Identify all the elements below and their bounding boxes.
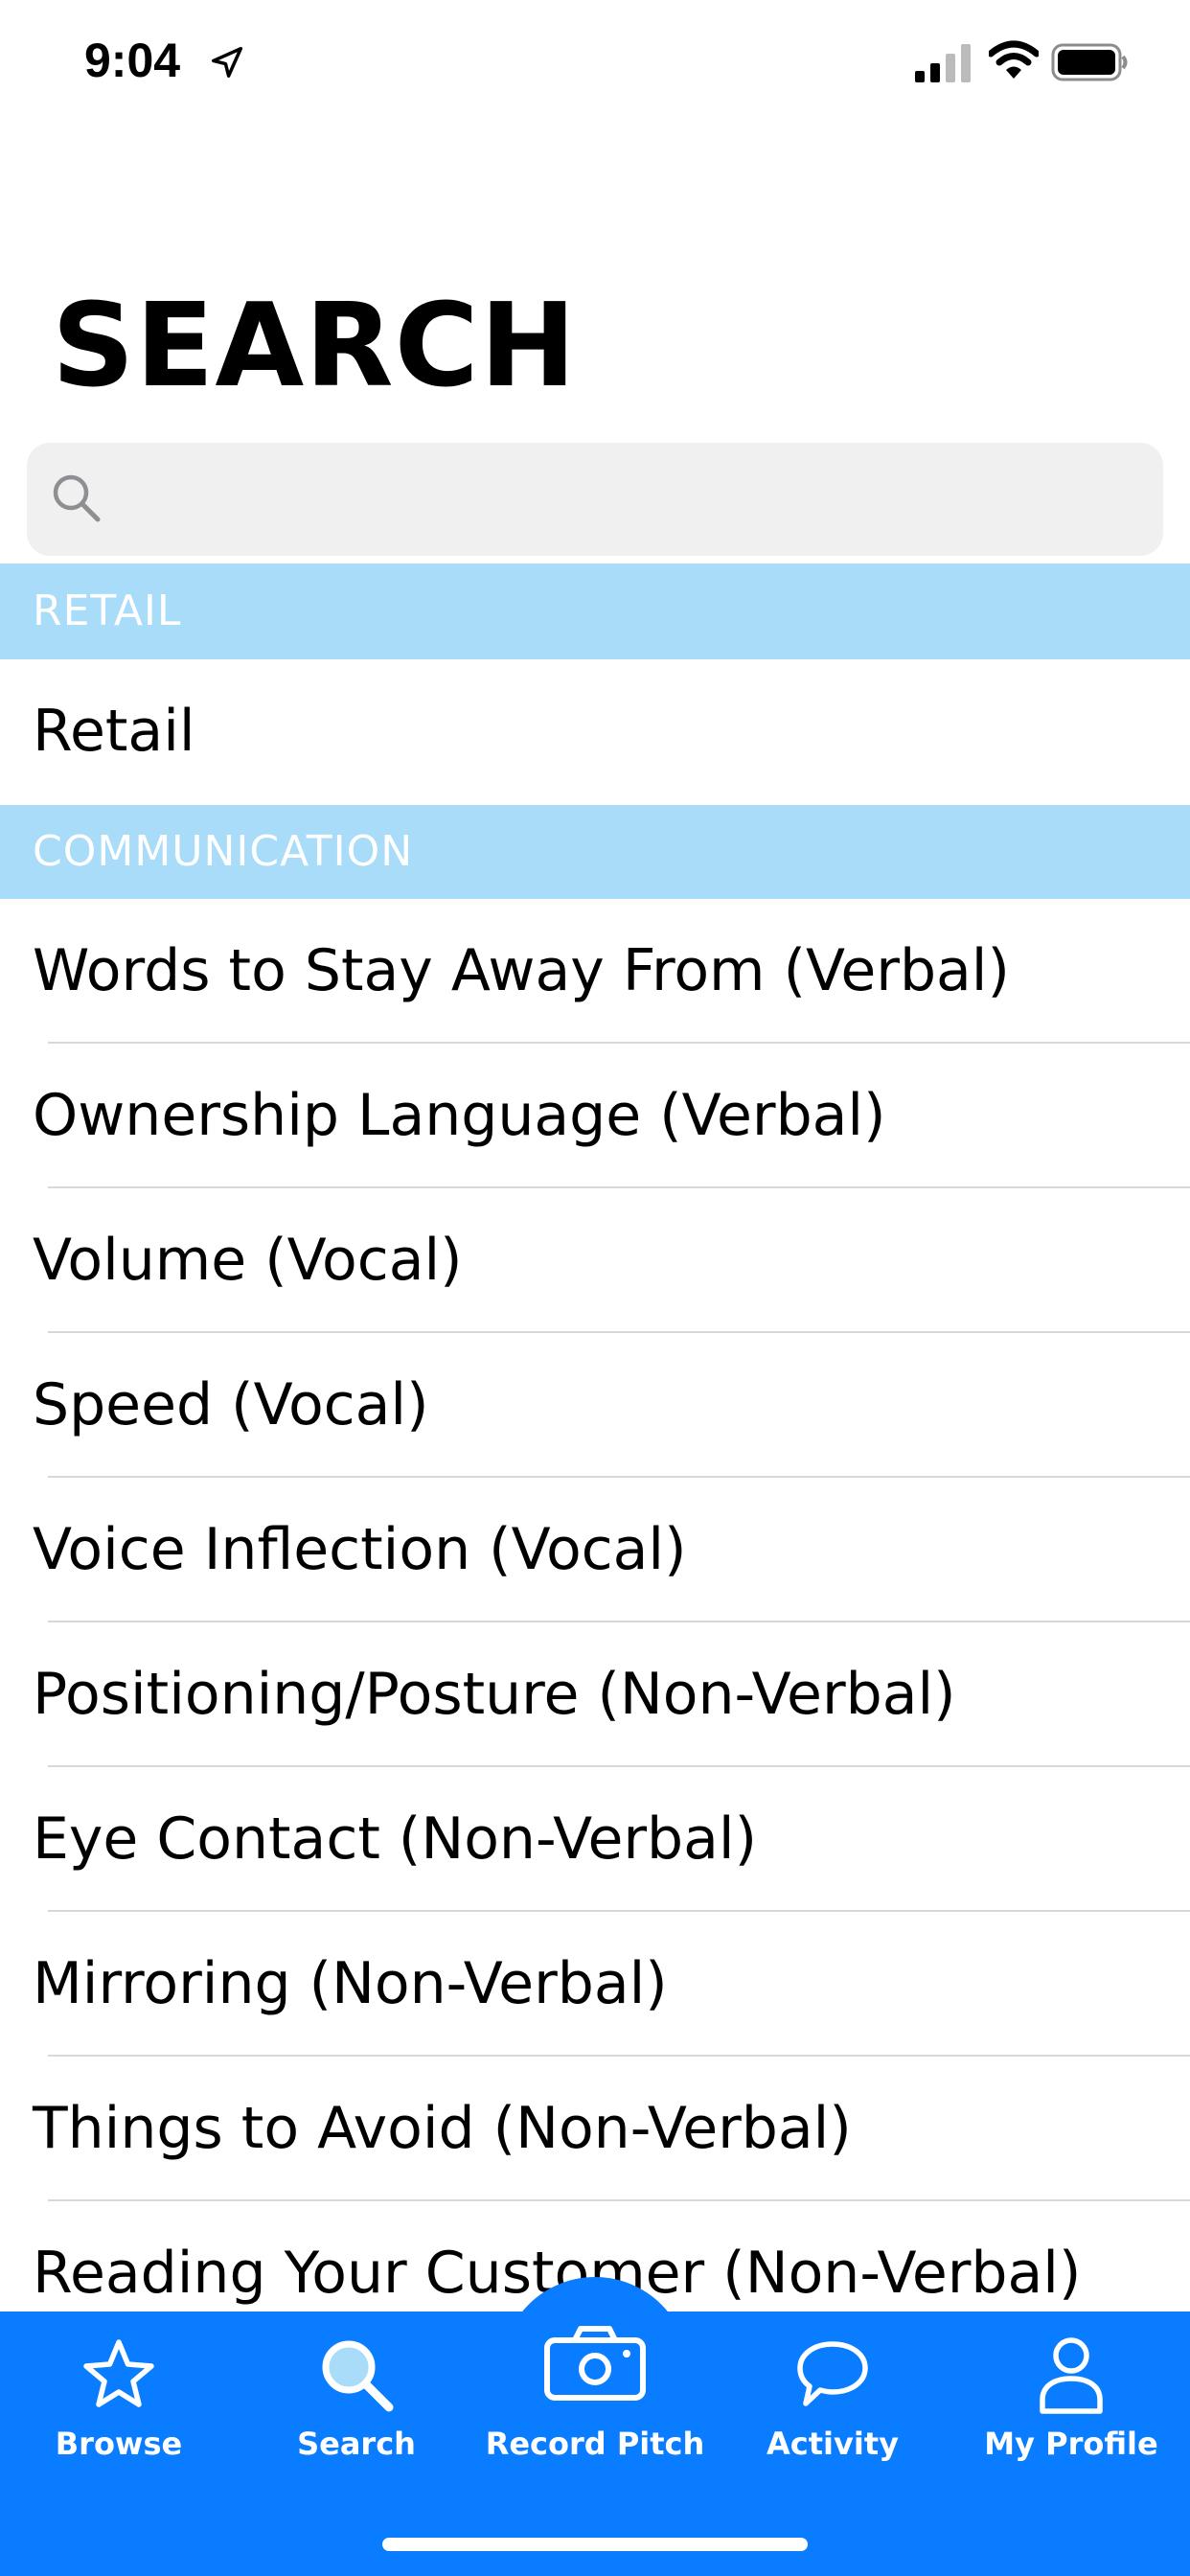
tab-bar: Browse Search Record Pitch Activity My P… bbox=[0, 2312, 1190, 2576]
tab-my-profile[interactable]: My Profile bbox=[952, 2312, 1190, 2474]
tab-label: Record Pitch bbox=[485, 2426, 705, 2462]
camera-icon bbox=[544, 2326, 646, 2401]
list-item-label: Eye Contact (Non-Verbal) bbox=[33, 1806, 757, 1873]
magnifier-icon bbox=[322, 2340, 394, 2412]
search-input[interactable] bbox=[119, 462, 1138, 539]
list-item-label: Retail bbox=[33, 698, 195, 765]
list-item[interactable]: Eye Contact (Non-Verbal) bbox=[0, 1767, 1190, 1912]
list-item[interactable]: Mirroring (Non-Verbal) bbox=[0, 1912, 1190, 2057]
list-item[interactable]: Speed (Vocal) bbox=[0, 1333, 1190, 1478]
status-time: 9:04 bbox=[84, 34, 181, 87]
tab-label: My Profile bbox=[984, 2426, 1158, 2462]
list-item[interactable]: Words to Stay Away From (Verbal) bbox=[0, 899, 1190, 1044]
list-item[interactable]: Positioning/Posture (Non-Verbal) bbox=[0, 1622, 1190, 1767]
list-item-label: Speed (Vocal) bbox=[33, 1371, 429, 1438]
location-arrow-icon bbox=[212, 47, 242, 78]
search-bar[interactable] bbox=[27, 443, 1163, 556]
list-item[interactable]: Ownership Language (Verbal) bbox=[0, 1044, 1190, 1188]
tab-browse[interactable]: Browse bbox=[0, 2312, 238, 2474]
tab-search[interactable]: Search bbox=[238, 2312, 475, 2474]
tab-label: Browse bbox=[55, 2426, 183, 2462]
search-results-list: RETAIL Retail COMMUNICATION Words to Sta… bbox=[0, 564, 1190, 2346]
page-title: SEARCH bbox=[52, 280, 578, 413]
battery-icon bbox=[1051, 43, 1128, 81]
list-item[interactable]: Volume (Vocal) bbox=[0, 1188, 1190, 1333]
list-item-label: Things to Avoid (Non-Verbal) bbox=[33, 2095, 852, 2162]
list-item-label: Words to Stay Away From (Verbal) bbox=[33, 937, 1010, 1004]
search-icon bbox=[53, 474, 101, 522]
tab-activity[interactable]: Activity bbox=[714, 2312, 951, 2474]
person-icon bbox=[1040, 2337, 1103, 2414]
list-item-label: Positioning/Posture (Non-Verbal) bbox=[33, 1661, 956, 1728]
list-item-label: Volume (Vocal) bbox=[33, 1227, 463, 1294]
list-item-label: Voice Inflection (Vocal) bbox=[33, 1516, 687, 1583]
wifi-icon bbox=[989, 40, 1039, 79]
list-item[interactable]: Retail bbox=[0, 659, 1190, 805]
star-icon bbox=[83, 2339, 154, 2407]
section-header-retail: RETAIL bbox=[0, 564, 1190, 659]
list-item[interactable]: Voice Inflection (Vocal) bbox=[0, 1478, 1190, 1622]
speech-bubble-icon bbox=[797, 2341, 868, 2406]
status-bar: 9:04 bbox=[0, 0, 1190, 126]
list-item-label: Ownership Language (Verbal) bbox=[33, 1082, 886, 1149]
cellular-signal-icon bbox=[915, 44, 971, 82]
tab-label: Activity bbox=[767, 2426, 899, 2462]
tab-record-pitch[interactable]: Record Pitch bbox=[476, 2312, 714, 2474]
section-header-communication: COMMUNICATION bbox=[0, 805, 1190, 899]
list-item[interactable]: Things to Avoid (Non-Verbal) bbox=[0, 2057, 1190, 2201]
home-indicator[interactable] bbox=[382, 2538, 808, 2551]
tab-label: Search bbox=[297, 2426, 416, 2462]
list-item-label: Mirroring (Non-Verbal) bbox=[33, 1950, 668, 2017]
